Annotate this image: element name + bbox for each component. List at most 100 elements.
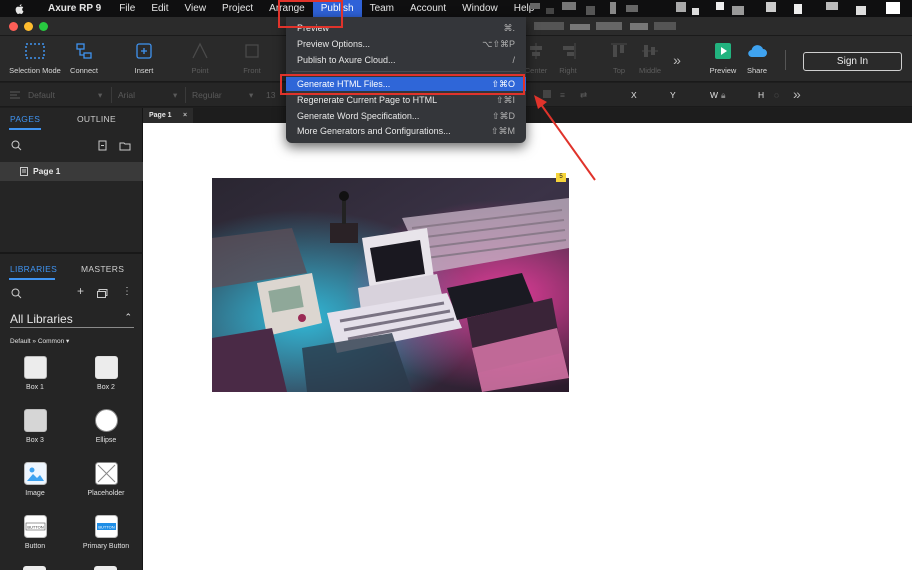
front-label: Front bbox=[243, 66, 261, 75]
selection-mode-label: Selection Mode bbox=[9, 66, 61, 75]
menu-item-preview-options[interactable]: Preview Options... ⌥⇧⌘P bbox=[286, 37, 526, 51]
close-window-button[interactable] bbox=[9, 22, 18, 31]
widget-placeholder[interactable]: Placeholder bbox=[76, 462, 136, 497]
menu-edit[interactable]: Edit bbox=[143, 0, 176, 17]
fill-color-swatch[interactable] bbox=[543, 90, 551, 98]
align-top-button[interactable]: Top bbox=[605, 40, 633, 75]
page-tab[interactable]: Page 1 × bbox=[143, 108, 193, 123]
widget-image[interactable]: Image bbox=[5, 462, 65, 497]
sign-in-button[interactable]: Sign In bbox=[803, 52, 902, 71]
close-tab-icon[interactable]: × bbox=[183, 108, 187, 123]
ellipse-icon bbox=[94, 409, 118, 432]
menu-item-regenerate-page[interactable]: Regenerate Current Page to HTML ⇧⌘I bbox=[286, 93, 526, 107]
menu-view[interactable]: View bbox=[177, 0, 215, 17]
point-button[interactable]: Point bbox=[186, 40, 214, 75]
font-size-input[interactable]: 13 bbox=[266, 90, 275, 100]
menu-item-publish-to-cloud[interactable]: Publish to Axure Cloud... / bbox=[286, 53, 526, 67]
align-right-button[interactable]: Right bbox=[554, 40, 582, 75]
library-select[interactable]: All Libraries ⌃ bbox=[10, 312, 134, 328]
menu-item-shortcut: ⇧⌘M bbox=[490, 126, 515, 136]
preview-button[interactable]: Preview bbox=[706, 40, 740, 75]
search-icon[interactable] bbox=[11, 140, 22, 151]
weight-select[interactable]: Regular bbox=[192, 90, 222, 100]
widget-box-2[interactable]: Box 2 bbox=[76, 356, 136, 391]
style-select[interactable]: Default bbox=[28, 90, 55, 100]
redacted-title-area bbox=[534, 22, 676, 30]
insert-label: Insert bbox=[134, 66, 154, 75]
left-panel: PAGES OUTLINE Page 1 LIBRARIES MASTERS +… bbox=[0, 108, 143, 570]
zoom-window-button[interactable] bbox=[39, 22, 48, 31]
insert-button[interactable]: Insert bbox=[128, 40, 160, 75]
menu-team[interactable]: Team bbox=[362, 0, 402, 17]
menu-app-name[interactable]: Axure RP 9 bbox=[40, 0, 109, 17]
widget-primary-button[interactable]: BUTTON Primary Button bbox=[76, 515, 136, 550]
library-options-icon[interactable] bbox=[97, 289, 108, 298]
menu-item-label: More Generators and Configurations... bbox=[297, 126, 451, 136]
apple-icon[interactable] bbox=[14, 3, 26, 15]
menu-item-shortcut: / bbox=[512, 55, 515, 65]
menu-item-generate-html[interactable]: Generate HTML Files... ⇧⌘O bbox=[286, 77, 526, 91]
connect-label: Connect bbox=[70, 66, 98, 75]
more-toolbar-button[interactable]: » bbox=[668, 52, 686, 68]
menu-item-shortcut: ⇧⌘O bbox=[491, 79, 515, 89]
add-library-icon[interactable]: + bbox=[77, 284, 84, 298]
tab-libraries[interactable]: LIBRARIES bbox=[10, 264, 57, 274]
x-label: X bbox=[631, 90, 637, 100]
svg-text:BUTTON: BUTTON bbox=[98, 525, 114, 530]
svg-text:BUTTON: BUTTON bbox=[27, 525, 43, 530]
selection-mode-button[interactable]: Selection Mode bbox=[8, 40, 62, 75]
separator bbox=[185, 87, 186, 103]
widget-ellipse[interactable]: Ellipse bbox=[76, 409, 136, 444]
more-style-button[interactable]: » bbox=[793, 86, 801, 102]
tab-pages[interactable]: PAGES bbox=[10, 114, 40, 124]
widget-box-1[interactable]: Box 1 bbox=[5, 356, 65, 391]
menu-project[interactable]: Project bbox=[214, 0, 261, 17]
align-middle-button[interactable]: Middle bbox=[634, 40, 666, 75]
widget-note-badge[interactable]: 5 bbox=[556, 173, 566, 182]
menu-arrange[interactable]: Arrange bbox=[261, 0, 313, 17]
image-icon bbox=[23, 462, 47, 485]
menu-file[interactable]: File bbox=[111, 0, 143, 17]
line-style-icon[interactable]: ≡ bbox=[560, 90, 565, 100]
hidden-toggle-icon[interactable]: ◌ bbox=[774, 90, 779, 100]
connect-button[interactable]: Connect bbox=[66, 40, 102, 75]
menu-item-preview[interactable]: Preview ⌘. bbox=[286, 21, 526, 35]
page-list-item[interactable]: Page 1 bbox=[0, 162, 143, 181]
share-button[interactable]: Share bbox=[742, 40, 772, 75]
menu-item-more-generators[interactable]: More Generators and Configurations... ⇧⌘… bbox=[286, 124, 526, 138]
library-path-text: Default » Common bbox=[10, 338, 65, 345]
font-select[interactable]: Arial bbox=[118, 90, 135, 100]
menu-publish[interactable]: Publish bbox=[312, 0, 362, 17]
box-1-icon bbox=[23, 356, 47, 379]
right-label: Right bbox=[559, 66, 577, 75]
add-folder-icon[interactable] bbox=[119, 141, 131, 151]
retro-computers-image[interactable] bbox=[212, 178, 569, 392]
minimize-window-button[interactable] bbox=[24, 22, 33, 31]
front-button[interactable]: Front bbox=[238, 40, 266, 75]
box-3-icon bbox=[23, 409, 47, 432]
library-search-icon[interactable] bbox=[11, 288, 22, 299]
widget-button[interactable]: BUTTON Button bbox=[5, 515, 65, 550]
menu-item-label: Generate Word Specification... bbox=[297, 111, 420, 121]
widget-partial bbox=[23, 566, 46, 570]
widget-label: Button bbox=[24, 543, 46, 550]
arrow-style-icon[interactable]: ⇄ bbox=[580, 90, 587, 101]
design-canvas[interactable]: 5 bbox=[143, 123, 912, 570]
menubar: Axure RP 9 File Edit View Project Arrang… bbox=[0, 0, 912, 17]
lock-aspect-icon[interactable]: 🔒︎ bbox=[721, 90, 726, 101]
widget-label: Placeholder bbox=[87, 490, 125, 497]
widget-box-3[interactable]: Box 3 bbox=[5, 409, 65, 444]
page-icon bbox=[20, 167, 28, 176]
top-label: Top bbox=[612, 66, 626, 75]
menu-item-word-spec[interactable]: Generate Word Specification... ⇧⌘D bbox=[286, 109, 526, 123]
menu-window[interactable]: Window bbox=[454, 0, 506, 17]
box-2-icon bbox=[94, 356, 118, 379]
add-page-icon[interactable] bbox=[98, 140, 108, 151]
library-more-icon[interactable]: ⋮ bbox=[122, 286, 132, 297]
menu-account[interactable]: Account bbox=[402, 0, 454, 17]
style-icon bbox=[10, 91, 20, 99]
tab-outline[interactable]: OUTLINE bbox=[77, 114, 116, 124]
library-path[interactable]: Default » Common ▾ bbox=[10, 337, 69, 345]
tab-masters[interactable]: MASTERS bbox=[81, 264, 124, 274]
align-top-icon bbox=[611, 43, 627, 57]
